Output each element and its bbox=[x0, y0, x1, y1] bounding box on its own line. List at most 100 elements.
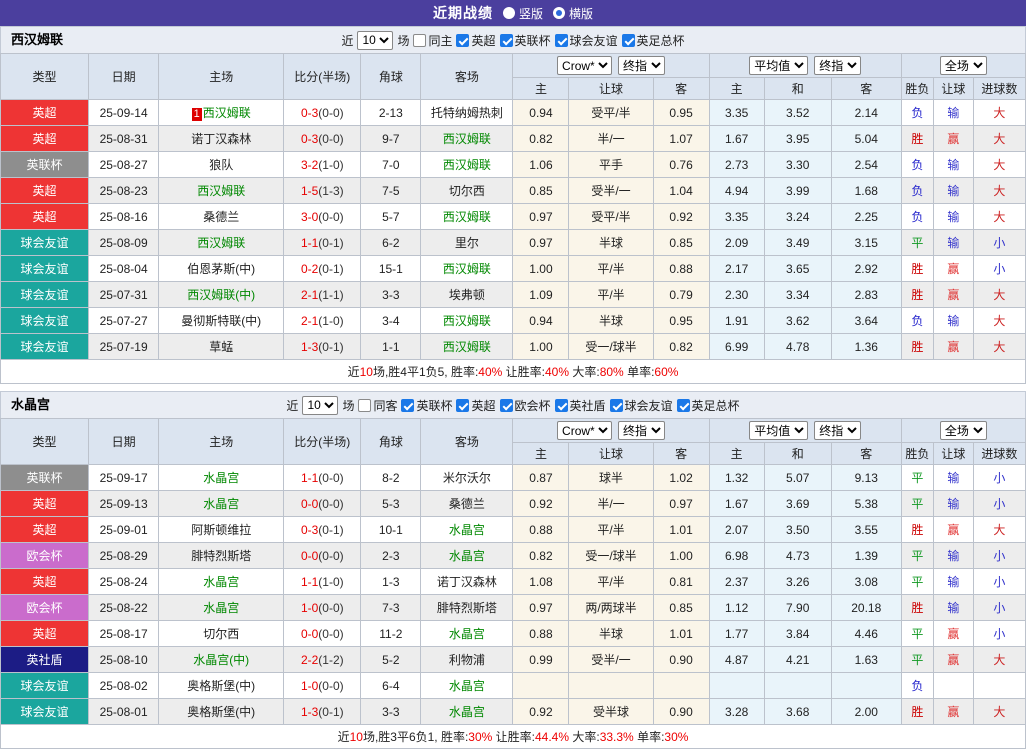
league-filter[interactable]: 球会友谊 bbox=[554, 32, 618, 49]
home-team[interactable]: 狼队 bbox=[158, 151, 285, 178]
checkbox-checked-icon[interactable] bbox=[456, 33, 470, 47]
checkbox-checked-icon[interactable] bbox=[609, 398, 623, 412]
away-team-name[interactable]: 西汉姆联 bbox=[443, 262, 491, 276]
checkbox-checked-icon[interactable] bbox=[401, 398, 415, 412]
home-team-name[interactable]: 腓特烈斯塔 bbox=[191, 549, 251, 563]
home-team[interactable]: 草蜢 bbox=[158, 333, 285, 360]
away-team-name[interactable]: 切尔西 bbox=[449, 184, 485, 198]
away-team[interactable]: 西汉姆联 bbox=[420, 203, 514, 230]
home-team-name[interactable]: 水晶宫 bbox=[203, 575, 239, 589]
away-team-name[interactable]: 腓特烈斯塔 bbox=[437, 601, 497, 615]
home-team[interactable]: 阿斯顿维拉 bbox=[158, 516, 285, 543]
radio-unchecked-icon[interactable] bbox=[502, 7, 515, 19]
away-team[interactable]: 水晶宫 bbox=[420, 620, 514, 647]
league-filter[interactable]: 英超 bbox=[456, 397, 496, 414]
away-team[interactable]: 里尔 bbox=[420, 229, 514, 256]
away-team[interactable]: 西汉姆联 bbox=[420, 307, 514, 334]
away-team[interactable]: 水晶宫 bbox=[420, 542, 514, 569]
checkbox-checked-icon[interactable] bbox=[554, 398, 568, 412]
away-team-name[interactable]: 诺丁汉森林 bbox=[437, 575, 497, 589]
away-team-name[interactable]: 西汉姆联 bbox=[443, 158, 491, 172]
home-team-name[interactable]: 西汉姆联 bbox=[197, 184, 245, 198]
away-team-name[interactable]: 桑德兰 bbox=[449, 497, 485, 511]
away-team[interactable]: 埃弗顿 bbox=[420, 281, 514, 308]
home-team[interactable]: 曼彻斯特联(中) bbox=[158, 307, 285, 334]
home-team[interactable]: 水晶宫 bbox=[158, 490, 285, 517]
away-team[interactable]: 利物浦 bbox=[420, 646, 514, 673]
away-team-name[interactable]: 水晶宫 bbox=[449, 523, 485, 537]
home-team-name[interactable]: 切尔西 bbox=[203, 627, 239, 641]
home-team[interactable]: 奥格斯堡(中) bbox=[158, 672, 285, 699]
match-scope-select[interactable]: 全场 bbox=[939, 421, 987, 440]
away-team[interactable]: 西汉姆联 bbox=[420, 151, 514, 178]
home-team-name[interactable]: 水晶宫 bbox=[203, 497, 239, 511]
checkbox-checked-icon[interactable] bbox=[554, 33, 568, 47]
odds-source-select[interactable]: Crow* bbox=[557, 421, 613, 440]
home-team[interactable]: 水晶宫 bbox=[158, 594, 285, 621]
average-select[interactable]: 平均值 bbox=[749, 56, 809, 75]
home-team[interactable]: 1 西汉姆联 bbox=[158, 99, 285, 126]
home-team[interactable]: 腓特烈斯塔 bbox=[158, 542, 285, 569]
layout-radio-vertical[interactable]: 竖版 bbox=[502, 5, 543, 22]
away-team-name[interactable]: 西汉姆联 bbox=[443, 314, 491, 328]
checkbox-checked-icon[interactable] bbox=[676, 398, 690, 412]
home-team-name[interactable]: 奥格斯堡(中) bbox=[187, 705, 255, 719]
home-team-name[interactable]: 西汉姆联(中) bbox=[187, 288, 255, 302]
league-filter[interactable]: 英社盾 bbox=[554, 397, 606, 414]
league-filter[interactable]: 欧会杯 bbox=[499, 397, 551, 414]
away-team[interactable]: 西汉姆联 bbox=[420, 125, 514, 152]
away-team[interactable]: 切尔西 bbox=[420, 177, 514, 204]
away-team[interactable]: 桑德兰 bbox=[420, 490, 514, 517]
checkbox-checked-icon[interactable] bbox=[456, 398, 470, 412]
average-stage-select[interactable]: 终指 bbox=[814, 421, 862, 440]
away-team[interactable]: 诺丁汉森林 bbox=[420, 568, 514, 595]
away-team[interactable]: 腓特烈斯塔 bbox=[420, 594, 514, 621]
away-team[interactable]: 西汉姆联 bbox=[420, 333, 514, 360]
away-team[interactable]: 西汉姆联 bbox=[420, 255, 514, 282]
league-filter[interactable]: 英足总杯 bbox=[676, 397, 740, 414]
away-team[interactable]: 米尔沃尔 bbox=[420, 464, 514, 491]
away-team-name[interactable]: 水晶宫 bbox=[449, 549, 485, 563]
home-team-name[interactable]: 草蜢 bbox=[209, 340, 233, 354]
away-team-name[interactable]: 水晶宫 bbox=[449, 679, 485, 693]
home-team[interactable]: 水晶宫(中) bbox=[158, 646, 285, 673]
average-stage-select[interactable]: 终指 bbox=[814, 56, 862, 75]
home-team-name[interactable]: 水晶宫 bbox=[203, 471, 239, 485]
home-team-name[interactable]: 西汉姆联 bbox=[203, 106, 251, 120]
match-count-select[interactable]: 10 bbox=[302, 395, 339, 415]
checkbox-checked-icon[interactable] bbox=[621, 33, 635, 47]
layout-radio-horizontal[interactable]: 横版 bbox=[553, 5, 593, 22]
home-team[interactable]: 水晶宫 bbox=[158, 568, 285, 595]
radio-checked-icon[interactable] bbox=[553, 7, 565, 19]
home-team-name[interactable]: 曼彻斯特联(中) bbox=[181, 314, 261, 328]
away-team[interactable]: 水晶宫 bbox=[420, 516, 514, 543]
league-filter[interactable]: 英联杯 bbox=[401, 397, 452, 414]
home-team-name[interactable]: 水晶宫(中) bbox=[193, 653, 249, 667]
away-team[interactable]: 水晶宫 bbox=[420, 698, 514, 725]
away-team-name[interactable]: 利物浦 bbox=[449, 653, 485, 667]
away-team-name[interactable]: 西汉姆联 bbox=[443, 340, 491, 354]
checkbox-checked-icon[interactable] bbox=[499, 398, 513, 412]
home-team-name[interactable]: 奥格斯堡(中) bbox=[187, 679, 255, 693]
home-team[interactable]: 西汉姆联 bbox=[158, 229, 285, 256]
away-team-name[interactable]: 托特纳姆热刺 bbox=[431, 106, 503, 120]
away-team[interactable]: 水晶宫 bbox=[420, 672, 514, 699]
same-side-filter[interactable]: 同主 bbox=[413, 32, 452, 49]
league-filter[interactable]: 英超 bbox=[456, 32, 496, 49]
home-team[interactable]: 奥格斯堡(中) bbox=[158, 698, 285, 725]
average-select[interactable]: 平均值 bbox=[749, 421, 809, 440]
match-scope-select[interactable]: 全场 bbox=[939, 56, 987, 75]
away-team-name[interactable]: 水晶宫 bbox=[449, 627, 485, 641]
away-team-name[interactable]: 西汉姆联 bbox=[443, 210, 491, 224]
checkbox-unchecked-icon[interactable] bbox=[358, 398, 372, 412]
league-filter[interactable]: 英联杯 bbox=[499, 32, 551, 49]
league-filter[interactable]: 球会友谊 bbox=[609, 397, 673, 414]
same-side-filter[interactable]: 同客 bbox=[358, 397, 397, 414]
checkbox-unchecked-icon[interactable] bbox=[413, 33, 427, 47]
home-team-name[interactable]: 西汉姆联 bbox=[197, 236, 245, 250]
league-filter[interactable]: 英足总杯 bbox=[621, 32, 685, 49]
home-team-name[interactable]: 狼队 bbox=[209, 158, 233, 172]
home-team-name[interactable]: 阿斯顿维拉 bbox=[191, 523, 251, 537]
home-team[interactable]: 诺丁汉森林 bbox=[158, 125, 285, 152]
away-team-name[interactable]: 埃弗顿 bbox=[449, 288, 485, 302]
